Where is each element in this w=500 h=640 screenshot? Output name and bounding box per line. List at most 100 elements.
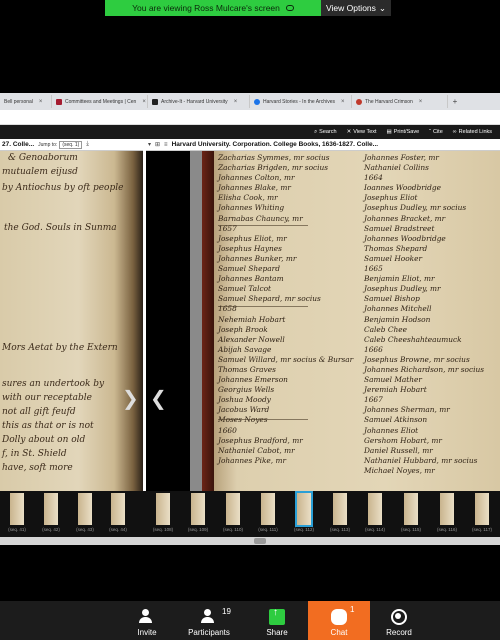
manuscript-line: & Genoaborum	[8, 153, 78, 163]
ruled-line	[218, 306, 308, 307]
view-options-button[interactable]: View Options ⌄	[321, 0, 391, 16]
participants-button[interactable]: 19 Participants	[178, 601, 240, 640]
thumbnail-label: (seq. 116)	[437, 527, 457, 532]
browser-tab[interactable]: Bell personal ×	[0, 95, 52, 108]
page-thumbnail[interactable]: (seq. 42)	[36, 493, 66, 532]
thumbnail-label: (seq. 115)	[401, 527, 421, 532]
print-save-button[interactable]: ▤ Print/Save	[387, 129, 420, 135]
page-thumbnail[interactable]: (seq. 110)	[218, 493, 248, 532]
close-tab-icon[interactable]: ×	[419, 99, 423, 105]
thumbnail-label: (seq. 111)	[258, 527, 278, 532]
browser-tab[interactable]: Harvard Stories - In the Archives ×	[250, 95, 352, 108]
search-button[interactable]: ⌕ Search	[314, 129, 337, 136]
ledger-entry: Nathaniel Collins	[364, 163, 429, 173]
search-icon: ⌕	[314, 128, 318, 135]
names-column-right: Johannes Foster, mr Nathaniel Collins 1664…	[364, 153, 484, 476]
manuscript-page-left: & Genoaborum mutualem eijusd by Antiochu…	[0, 151, 143, 491]
ledger-entry: Josephus Bradford, mr	[218, 435, 303, 445]
ledger-entry: Johannes Mitchell	[364, 304, 432, 314]
page-thumbnail[interactable]: (seq. 115)	[396, 493, 426, 532]
cloud-icon	[285, 5, 294, 11]
ledger-entry: Gershom Hobart, mr	[364, 435, 442, 445]
ledger-entry: Samuel Bishop	[364, 294, 420, 304]
download-icon[interactable]: ⤓	[86, 141, 89, 148]
sharing-text: You are viewing Ross Mulcare's screen	[132, 3, 280, 13]
invite-button[interactable]: Invite	[116, 601, 178, 640]
search-label: Search	[319, 129, 337, 135]
page-thumbnail[interactable]: (seq. 112)	[289, 491, 319, 532]
ledger-entry: Samuel Atkinson	[364, 415, 428, 425]
ledger-entry: Benjamin Eliot, mr	[364, 274, 435, 284]
page-thumbnail[interactable]: (seq. 109)	[183, 493, 213, 532]
page-thumbnail[interactable]: (seq. 108)	[148, 493, 178, 532]
ledger-entry: Samuel Bradstreet	[364, 223, 435, 233]
ledger-entry: Samuel Hooker	[364, 253, 423, 263]
manuscript-line: f, in St. Shield	[2, 449, 67, 459]
ledger-entry: Jacobus Ward	[218, 405, 270, 415]
chat-label: Chat	[330, 628, 348, 637]
chat-unread-badge: 1	[350, 605, 355, 614]
seq-select[interactable]: (seq. 1)	[59, 140, 83, 149]
ledger-entry: Jeremiah Hobart	[364, 385, 427, 395]
new-tab-button[interactable]: +	[448, 97, 462, 106]
share-screen-icon	[269, 607, 285, 625]
page-thumbnail[interactable]: (seq. 114)	[360, 493, 390, 532]
jump-to-control[interactable]: Jump to: (seq. 1)	[38, 140, 83, 149]
related-links-label: Related Links	[458, 129, 492, 135]
related-links-button[interactable]: ∞ Related Links	[453, 129, 492, 135]
chat-button[interactable]: 1 Chat	[308, 601, 370, 640]
page-thumbnail[interactable]: (seq. 41)	[2, 493, 32, 532]
thumbnails-icon[interactable]: ▾	[148, 141, 151, 148]
menu-icon[interactable]: ≡	[164, 142, 168, 148]
ledger-entry: Johannes Bunker, mr	[218, 253, 297, 263]
grid-view-icon[interactable]: ⊞	[155, 141, 160, 148]
browser-tab[interactable]: Archive-It - Harvard University ×	[148, 95, 250, 108]
page-thumbnail[interactable]: (seq. 116)	[432, 493, 462, 532]
page-thumbnail[interactable]: (seq. 44)	[103, 493, 133, 532]
page-thumbnail[interactable]: (seq. 117)	[467, 493, 497, 532]
page-thumbnail[interactable]: (seq. 111)	[253, 493, 283, 532]
ledger-entry: Thomas Shepard	[364, 243, 428, 253]
close-tab-icon[interactable]: ×	[142, 99, 146, 105]
ledger-entry: Samuel Willard, mr socius & Bursar	[218, 354, 354, 364]
manuscript-line: the God. Souls in Sunma	[4, 223, 117, 233]
ledger-entry: Georgius Wells	[218, 385, 275, 395]
close-tab-icon[interactable]: ×	[234, 99, 238, 105]
browser-tab[interactable]: The Harvard Crimson ×	[352, 95, 448, 108]
cite-button[interactable]: “ Cite	[429, 129, 443, 135]
scrollbar-thumb[interactable]	[254, 538, 266, 544]
ledger-entry: Caleb Chee	[364, 324, 408, 334]
browser-tab[interactable]: Committees and Meetings | Cen ×	[52, 95, 148, 108]
view-text-button[interactable]: ✕ View Text	[347, 129, 377, 135]
ledger-entry: 1660	[218, 425, 237, 435]
manuscript-line: not all gift feufd	[2, 407, 76, 417]
right-pane-header: ▾ ⊞ ≡ Harvard University. Corporation. C…	[146, 139, 500, 151]
ledger-entry: Nathaniel Hubbard, mr socius	[364, 455, 478, 465]
thumbnail-image	[111, 493, 125, 525]
share-button[interactable]: Share	[246, 601, 308, 640]
close-tab-icon[interactable]: ×	[39, 99, 43, 105]
record-button[interactable]: Record	[368, 601, 430, 640]
ledger-entry: 1667	[364, 395, 383, 405]
thumbnail-image	[368, 493, 382, 525]
previous-page-arrow-icon[interactable]: ❮	[150, 386, 167, 410]
close-tab-icon[interactable]: ×	[341, 99, 345, 105]
manuscript-line: sures an undertook by	[2, 379, 105, 389]
manuscript-line: Mors Aetat by the Extern	[2, 343, 118, 353]
ledger-entry: Samuel Shepard	[218, 264, 280, 274]
manuscript-line: mutualem eijusd	[2, 167, 78, 177]
ledger-entry: Benjamin Hodson	[364, 314, 431, 324]
thumbnail-image	[78, 493, 92, 525]
next-page-arrow-icon[interactable]: ❯	[122, 386, 139, 410]
viewer-toolbar: ⌕ Search ✕ View Text ▤ Print/Save “ Cite…	[0, 125, 500, 139]
record-icon	[391, 609, 407, 625]
thumbnail-image	[10, 493, 24, 525]
page-thumbnail[interactable]: (seq. 113)	[325, 493, 355, 532]
page-thumbnail[interactable]: (seq. 43)	[70, 493, 100, 532]
pane-divider[interactable]	[143, 139, 145, 479]
left-pane-header: 27. Colle... Jump to: (seq. 1) ⤓	[0, 139, 143, 151]
horizontal-scrollbar[interactable]	[0, 537, 500, 545]
ledger-entry: Johannes Woodbridge	[364, 233, 446, 243]
ledger-entry: Josephus Eliot, mr	[218, 233, 287, 243]
ledger-entry: Johannes Colton, mr	[218, 173, 295, 183]
